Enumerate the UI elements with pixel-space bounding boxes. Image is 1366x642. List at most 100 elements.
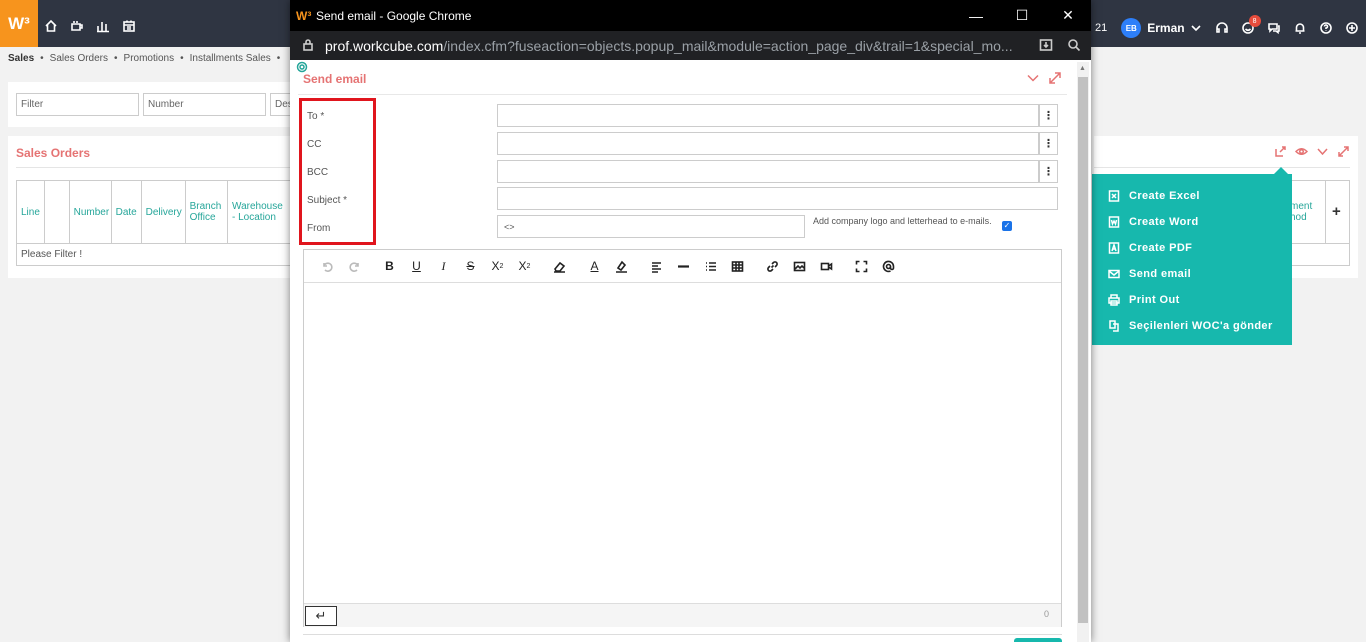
cc-options-button[interactable]: ⋮ [1039, 132, 1058, 155]
form-title: Send email [303, 72, 367, 86]
address-bar[interactable]: prof.workcube.com/index.cfm?fuseaction=o… [290, 31, 1091, 60]
mention-icon[interactable] [875, 256, 902, 276]
menu-item-create-pdf[interactable]: Create PDF [1092, 235, 1292, 261]
column-branch-office[interactable]: Branch Office [186, 181, 229, 243]
lock-icon[interactable] [302, 39, 314, 51]
coffee-icon[interactable] [70, 19, 84, 33]
menu-item-send-to-woc[interactable]: Seçilenleri WOC'a gönder [1092, 313, 1292, 339]
column-delivery[interactable]: Delivery [142, 181, 186, 243]
italic-icon[interactable]: I [430, 256, 457, 276]
popup-scrollbar[interactable]: ▲ [1077, 62, 1089, 642]
avatar[interactable]: EB [1121, 18, 1142, 38]
logo-option-checkbox[interactable]: ✓ [1002, 221, 1012, 231]
bcc-field[interactable] [497, 160, 1039, 183]
superscript-icon[interactable]: X2 [511, 256, 538, 276]
sales-orders-panel: Sales Orders Line Number Date Delivery B… [8, 136, 292, 278]
enter-button[interactable]: ↵ [305, 606, 337, 626]
grid-icon[interactable] [1345, 21, 1359, 35]
column-payment-method[interactable]: ment hod [1286, 181, 1326, 243]
app-logo[interactable]: W³ [0, 0, 38, 47]
sales-orders-title: Sales Orders [16, 146, 91, 160]
export-menu: Create Excel Create Word Create PDF Send… [1092, 167, 1292, 345]
breadcrumb-item-sales[interactable]: Sales [8, 53, 34, 64]
url-text[interactable]: prof.workcube.com/index.cfm?fuseaction=o… [325, 38, 1025, 54]
filter-input[interactable]: Filter [16, 93, 139, 116]
to-options-button[interactable]: ⋮ [1039, 104, 1058, 127]
subscript-icon[interactable]: X2 [484, 256, 511, 276]
underline-icon[interactable]: U [403, 256, 430, 276]
home-icon[interactable] [44, 19, 58, 33]
list-icon[interactable] [697, 256, 724, 276]
number-input[interactable]: Number [143, 93, 266, 116]
breadcrumb-item-promotions[interactable]: Promotions [124, 53, 175, 64]
expand-icon[interactable] [1049, 72, 1061, 87]
bold-icon[interactable]: B [376, 256, 403, 276]
from-field[interactable]: <> [497, 215, 805, 238]
export-icon[interactable] [1274, 145, 1287, 161]
install-icon[interactable] [1039, 38, 1053, 55]
send-button[interactable] [1014, 638, 1062, 642]
bcc-options-button[interactable]: ⋮ [1039, 160, 1058, 183]
horizontal-line-icon[interactable] [670, 256, 697, 276]
minimize-button[interactable]: — [953, 0, 999, 31]
image-icon[interactable] [786, 256, 813, 276]
maximize-button[interactable]: ☐ [999, 0, 1045, 31]
document-send-icon [1108, 320, 1120, 332]
column-blank[interactable] [45, 181, 70, 243]
subject-field[interactable] [497, 187, 1058, 210]
eye-icon[interactable] [1294, 145, 1309, 161]
expand-icon[interactable] [1337, 145, 1350, 161]
fullscreen-icon[interactable] [848, 256, 875, 276]
editor-body[interactable] [304, 283, 1061, 603]
zoom-icon[interactable] [1067, 38, 1081, 55]
highlight-icon[interactable] [608, 256, 635, 276]
headset-icon[interactable] [1215, 21, 1229, 35]
menu-item-print-out[interactable]: Print Out [1092, 287, 1292, 313]
menu-item-create-excel[interactable]: Create Excel [1092, 183, 1292, 209]
send-email-popup-window: W³ Send email - Google Chrome — ☐ ✕ prof… [290, 0, 1091, 642]
add-column-button[interactable]: + [1332, 203, 1341, 220]
user-name[interactable]: Erman [1147, 21, 1184, 35]
undo-icon[interactable] [314, 256, 341, 276]
scrollbar-thumb[interactable] [1078, 77, 1088, 623]
editor-status-bar: ↵ 0 [304, 603, 1061, 627]
help-icon[interactable] [1319, 21, 1333, 35]
close-button[interactable]: ✕ [1045, 0, 1091, 31]
notification-badge: 8 [1248, 15, 1261, 27]
scroll-up-icon[interactable]: ▲ [1079, 65, 1086, 72]
pdf-icon [1108, 242, 1120, 254]
orders-table-header: Line Number Date Delivery Branch Office … [16, 180, 292, 244]
menu-item-send-email[interactable]: Send email [1092, 261, 1292, 287]
column-date[interactable]: Date [112, 181, 142, 243]
window-title-bar[interactable]: W³ Send email - Google Chrome — ☐ ✕ [290, 0, 1091, 31]
eraser-icon[interactable] [546, 256, 573, 276]
redo-icon[interactable] [341, 256, 368, 276]
mail-icon [1108, 268, 1120, 280]
chevron-down-icon[interactable] [1189, 21, 1203, 35]
chevron-down-icon[interactable] [1027, 72, 1039, 87]
to-field[interactable] [497, 104, 1039, 127]
menu-item-create-word[interactable]: Create Word [1092, 209, 1292, 235]
breadcrumb-item-installments[interactable]: Installments Sales [190, 53, 271, 64]
bell-icon[interactable] [1293, 21, 1307, 35]
column-line[interactable]: Line [17, 181, 45, 243]
description-input[interactable]: Des [270, 93, 292, 116]
breadcrumb: Sales • Sales Orders • Promotions • Install… [8, 53, 281, 64]
smile-icon[interactable]: 8 [1241, 15, 1261, 35]
chevron-down-icon[interactable] [1316, 145, 1329, 161]
align-left-icon[interactable] [643, 256, 670, 276]
column-number[interactable]: Number [70, 181, 112, 243]
strikethrough-icon[interactable]: S [457, 256, 484, 276]
excel-icon [1108, 190, 1120, 202]
column-warehouse-location[interactable]: Warehouse - Location [228, 181, 291, 243]
link-icon[interactable] [759, 256, 786, 276]
breadcrumb-item-sales-orders[interactable]: Sales Orders [50, 53, 108, 64]
font-color-icon[interactable]: A [581, 256, 608, 276]
cc-field[interactable] [497, 132, 1039, 155]
calendar-icon[interactable] [122, 19, 136, 33]
chat-icon[interactable] [1267, 21, 1281, 35]
video-icon[interactable] [813, 256, 840, 276]
chart-icon[interactable] [96, 19, 110, 33]
labels-highlight-box [299, 98, 376, 245]
table-icon[interactable] [724, 256, 751, 276]
